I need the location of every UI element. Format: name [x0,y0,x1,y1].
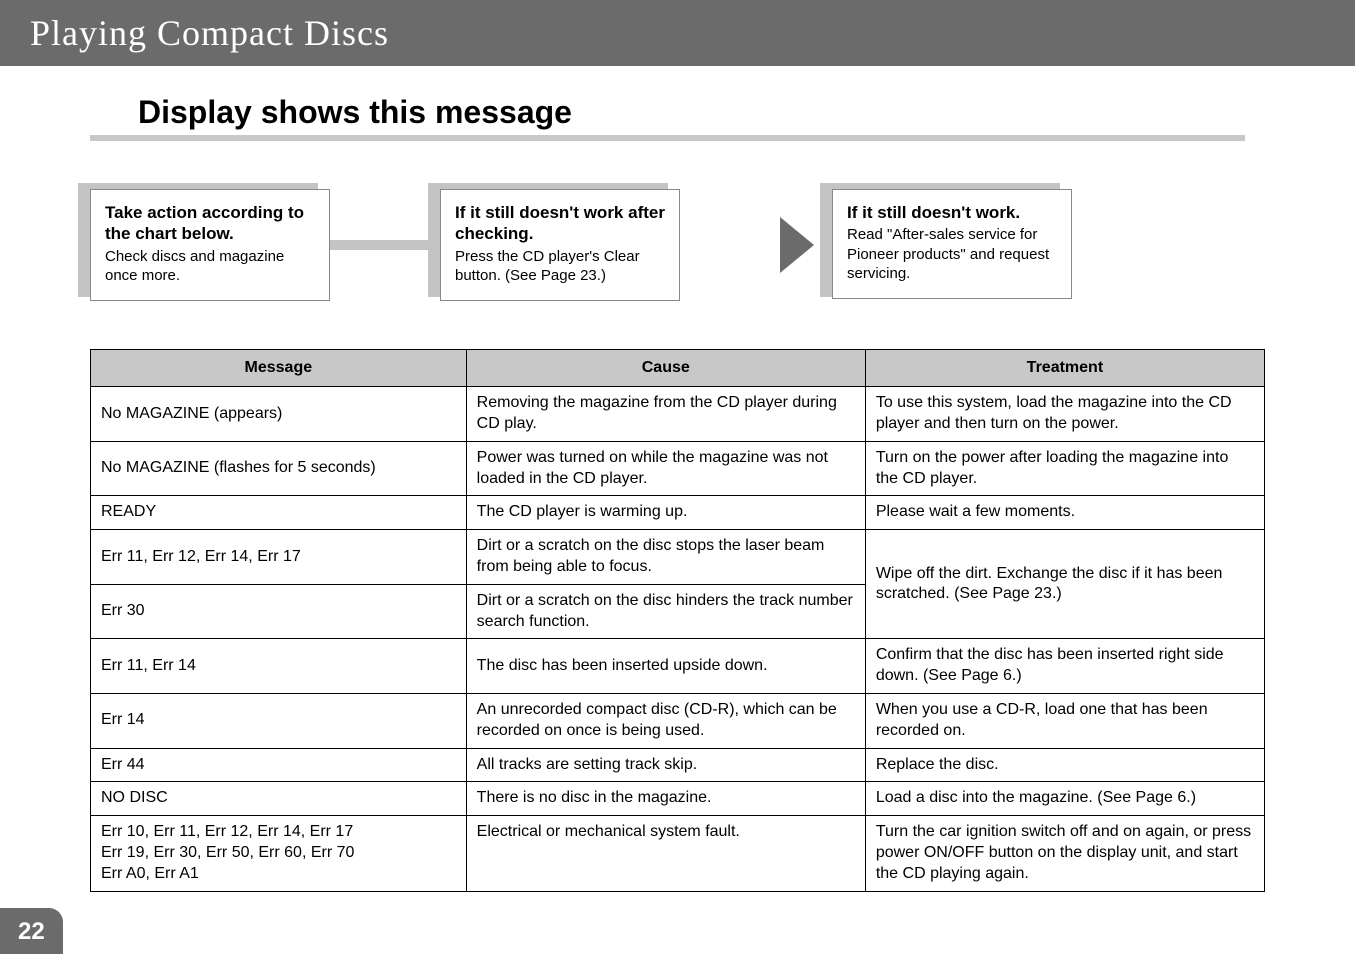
cell-message: Err 30 [91,584,467,639]
subtitle-underline [90,135,1245,141]
cell-treatment: Please wait a few moments. [865,496,1264,530]
flow-step-content: Take action according to the chart below… [90,189,330,301]
flow-step-2-desc: Press the CD player's Clear button. (See… [455,247,665,286]
cell-treatment: Confirm that the disc has been inserted … [865,639,1264,694]
flow-step-2-title: If it still doesn't work after checking. [455,202,665,245]
error-table-wrap: Message Cause Treatment No MAGAZINE (app… [90,349,1265,892]
header-message: Message [91,349,467,387]
table-row: No MAGAZINE (flashes for 5 seconds) Powe… [91,441,1265,496]
cell-message: Err 10, Err 11, Err 12, Err 14, Err 17 E… [91,816,467,891]
connector-line [330,240,440,250]
flow-step-3-desc: Read "After-sales service for Pioneer pr… [847,225,1057,284]
table-header-row: Message Cause Treatment [91,349,1265,387]
error-table: Message Cause Treatment No MAGAZINE (app… [90,349,1265,892]
flow-step-2: If it still doesn't work after checking.… [440,189,680,301]
cell-treatment: When you use a CD-R, load one that has b… [865,694,1264,749]
cell-message: Err 14 [91,694,467,749]
flow-step-1-desc: Check discs and magazine once more. [105,247,315,286]
cell-cause: An unrecorded compact disc (CD-R), which… [466,694,865,749]
cell-cause: All tracks are setting track skip. [466,748,865,782]
cell-cause: The CD player is warming up. [466,496,865,530]
cell-message: Err 11, Err 14 [91,639,467,694]
table-row: Err 14 An unrecorded compact disc (CD-R)… [91,694,1265,749]
table-row: NO DISC There is no disc in the magazine… [91,782,1265,816]
subtitle-section: Display shows this message [138,94,1355,141]
flow-step-3-title: If it still doesn't work. [847,202,1057,223]
cell-cause: Electrical or mechanical system fault. [466,816,865,891]
cell-cause: There is no disc in the magazine. [466,782,865,816]
flow-chart: Take action according to the chart below… [90,189,1265,301]
cell-message: READY [91,496,467,530]
connector-1 [330,189,440,301]
cell-treatment: To use this system, load the magazine in… [865,387,1264,442]
cell-message: No MAGAZINE (flashes for 5 seconds) [91,441,467,496]
cell-message: No MAGAZINE (appears) [91,387,467,442]
header-title: Playing Compact Discs [30,13,389,53]
flow-step-content: If it still doesn't work. Read "After-sa… [832,189,1072,299]
flow-step-1-title: Take action according to the chart below… [105,202,315,245]
cell-treatment: Turn the car ignition switch off and on … [865,816,1264,891]
cell-treatment: Load a disc into the magazine. (See Page… [865,782,1264,816]
header-treatment: Treatment [865,349,1264,387]
cell-cause: Dirt or a scratch on the disc hinders th… [466,584,865,639]
table-row: Err 44 All tracks are setting track skip… [91,748,1265,782]
subtitle-text: Display shows this message [138,94,1355,131]
flow-step-1: Take action according to the chart below… [90,189,330,301]
table-row: No MAGAZINE (appears) Removing the magaz… [91,387,1265,442]
header-cause: Cause [466,349,865,387]
page-number: 22 [0,908,63,954]
table-row: Err 10, Err 11, Err 12, Err 14, Err 17 E… [91,816,1265,891]
cell-message: Err 44 [91,748,467,782]
cell-message: Err 11, Err 12, Err 14, Err 17 [91,530,467,585]
cell-cause: The disc has been inserted upside down. [466,639,865,694]
cell-cause: Dirt or a scratch on the disc stops the … [466,530,865,585]
cell-treatment: Replace the disc. [865,748,1264,782]
page-header: Playing Compact Discs [0,0,1355,66]
table-row: Err 11, Err 12, Err 14, Err 17 Dirt or a… [91,530,1265,585]
arrow-icon [780,217,814,273]
cell-treatment-merged: Wipe off the dirt. Exchange the disc if … [865,530,1264,639]
flow-step-3: If it still doesn't work. Read "After-sa… [832,189,1072,301]
table-row: READY The CD player is warming up. Pleas… [91,496,1265,530]
flow-step-content: If it still doesn't work after checking.… [440,189,680,301]
cell-cause: Power was turned on while the magazine w… [466,441,865,496]
cell-message: NO DISC [91,782,467,816]
connector-2 [680,189,814,301]
cell-treatment: Turn on the power after loading the maga… [865,441,1264,496]
table-row: Err 11, Err 14 The disc has been inserte… [91,639,1265,694]
page-number-value: 22 [18,918,45,945]
cell-cause: Removing the magazine from the CD player… [466,387,865,442]
